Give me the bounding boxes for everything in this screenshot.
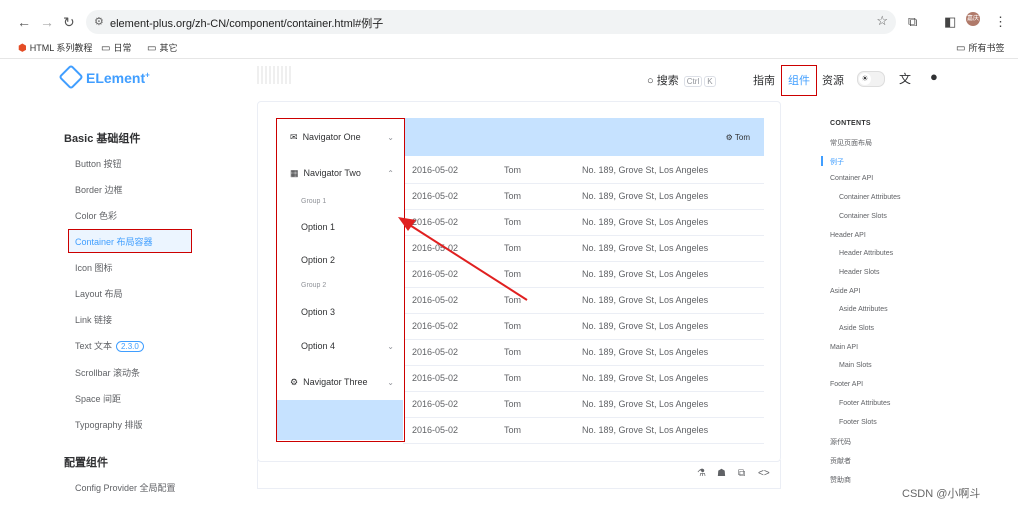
toc-item[interactable]: Footer Slots xyxy=(839,419,877,426)
toc-item[interactable]: Header API xyxy=(830,232,866,239)
toc-item[interactable]: Footer Attributes xyxy=(839,400,890,407)
toc-item[interactable]: 源代码 xyxy=(830,437,851,447)
toc-item[interactable]: Footer API xyxy=(830,381,863,388)
toc-item[interactable]: Header Attributes xyxy=(839,250,893,257)
toc-item[interactable]: Aside Attributes xyxy=(839,306,888,313)
toc-item[interactable]: Container API xyxy=(830,175,873,182)
toc-item[interactable]: Header Slots xyxy=(839,269,879,276)
toc-item[interactable]: 贡献者 xyxy=(830,456,851,466)
toc-item[interactable]: 常见页面布局 xyxy=(830,138,872,148)
toc-item[interactable]: Container Attributes xyxy=(839,194,900,201)
toc-item[interactable]: Container Slots xyxy=(839,213,887,220)
toc-item[interactable]: Main API xyxy=(830,344,858,351)
toc-item[interactable]: Main Slots xyxy=(839,362,872,369)
toc-item[interactable]: 例子 xyxy=(830,157,844,167)
watermark: CSDN @小啊斗 xyxy=(902,488,981,500)
toc-item[interactable]: Aside API xyxy=(830,288,860,295)
toc-title: CONTENTS xyxy=(830,120,871,127)
toc-active-indicator xyxy=(821,156,823,166)
toc-item[interactable]: 赞助商 xyxy=(830,475,851,485)
toc-item[interactable]: Aside Slots xyxy=(839,325,874,332)
